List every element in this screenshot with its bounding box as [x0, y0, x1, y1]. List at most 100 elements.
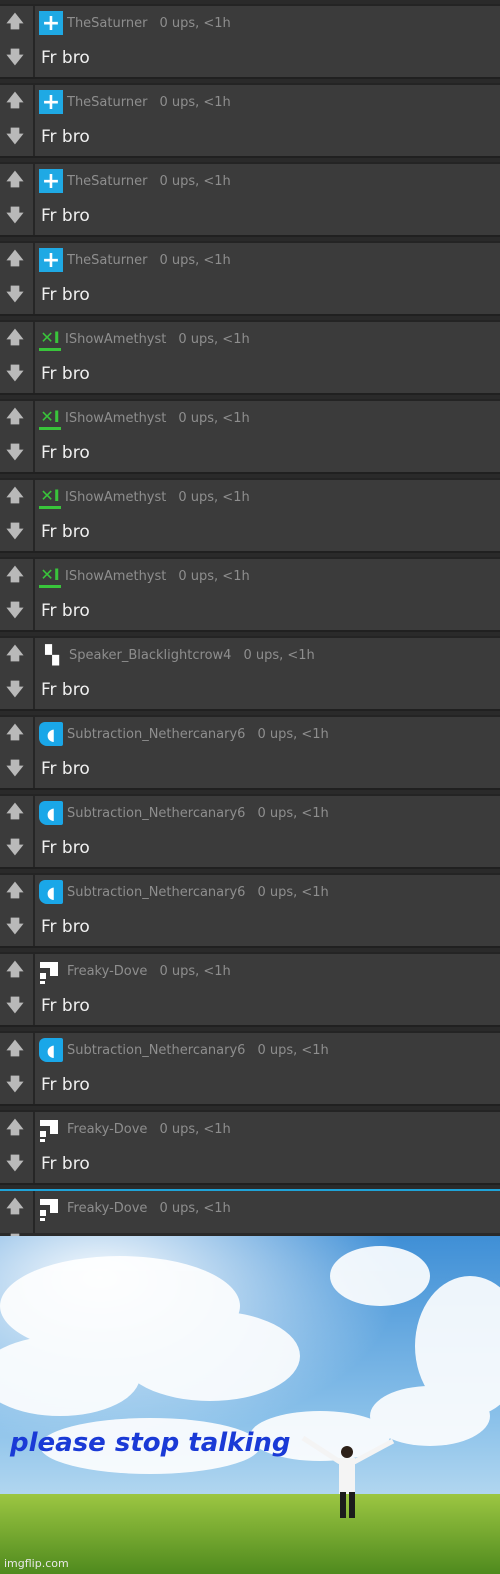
username-link[interactable]: IShowAmethyst: [65, 411, 166, 426]
comment-text: Fr bro: [41, 917, 90, 937]
downvote-arrow-icon[interactable]: 🡇: [4, 1075, 26, 1097]
upvote-arrow-icon[interactable]: 🡅: [4, 91, 26, 113]
comment-meta: 0 ups, <1h: [159, 94, 231, 110]
username-link[interactable]: IShowAmethyst: [65, 490, 166, 505]
downvote-arrow-icon[interactable]: 🡇: [4, 1154, 26, 1176]
comment-row[interactable]: 🡅 🡇 ◖ Subtraction_Nethercanary6 0 ups, <1h Fr…: [0, 1031, 500, 1106]
blue-plus-icon[interactable]: +: [39, 169, 63, 194]
comment-row[interactable]: 🡅 🡇 ▚ Speaker_Blacklightcrow4 0 ups, <1h Fr b…: [0, 636, 500, 711]
blue-plus-icon[interactable]: +: [39, 90, 63, 115]
comment-meta: 0 ups, <1h: [159, 173, 231, 189]
green-xi-icon[interactable]: ✕I: [39, 328, 61, 351]
downvote-arrow-icon[interactable]: 🡇: [4, 680, 26, 702]
username-link[interactable]: Freaky-Dove: [67, 1122, 147, 1137]
comment-row[interactable]: 🡅 🡇 ◖ Subtraction_Nethercanary6 0 ups, <1h Fr…: [0, 794, 500, 869]
downvote-arrow-icon[interactable]: 🡇: [4, 443, 26, 465]
comment-row[interactable]: 🡅 🡇 ◖ Subtraction_Nethercanary6 0 ups, <1h Fr…: [0, 873, 500, 948]
comment-row[interactable]: 🡅 🡇 ✕I IShowAmethyst 0 ups, <1h Fr bro: [0, 320, 500, 395]
comment-row[interactable]: 🡅 🡇 ◖ Subtraction_Nethercanary6 0 ups, <1h Fr…: [0, 715, 500, 790]
comment-row[interactable]: 🡅 🡇 ✕I IShowAmethyst 0 ups, <1h Fr bro: [0, 478, 500, 553]
comment-row[interactable]: 🡅 🡇 ✕I IShowAmethyst 0 ups, <1h Fr bro: [0, 557, 500, 632]
comment-row[interactable]: 🡅 🡇 ✕I IShowAmethyst 0 ups, <1h Fr bro: [0, 399, 500, 474]
green-xi-icon[interactable]: ✕I: [39, 486, 61, 509]
comment-row[interactable]: 🡅 🡇 Freaky-Dove 0 ups, <1h Fr bro: [0, 952, 500, 1027]
comment-row[interactable]: 🡅 🡇 + TheSaturner 0 ups, <1h Fr bro: [0, 4, 500, 79]
username-link[interactable]: Subtraction_Nethercanary6: [67, 1043, 245, 1058]
username-link[interactable]: TheSaturner: [67, 253, 147, 268]
blue-pixel-icon[interactable]: ◖: [39, 880, 63, 904]
meme-caption: please stop talking: [10, 1428, 291, 1458]
downvote-arrow-icon[interactable]: 🡇: [4, 285, 26, 307]
upvote-arrow-icon[interactable]: 🡅: [4, 1197, 26, 1219]
comment-row[interactable]: 🡅 🡇 + TheSaturner 0 ups, <1h Fr bro: [0, 241, 500, 316]
username-link[interactable]: IShowAmethyst: [65, 569, 166, 584]
comment-meta: 0 ups, <1h: [243, 647, 315, 663]
downvote-arrow-icon[interactable]: 🡇: [4, 206, 26, 228]
comment-row[interactable]: 🡅 🡇 Freaky-Dove 0 ups, <1h Fr bro: [0, 1110, 500, 1185]
downvote-arrow-icon[interactable]: 🡇: [4, 48, 26, 70]
comment-header: ✕I IShowAmethyst 0 ups, <1h: [39, 407, 250, 430]
upvote-arrow-icon[interactable]: 🡅: [4, 328, 26, 350]
white-pixel-icon[interactable]: [39, 1117, 63, 1142]
upvote-arrow-icon[interactable]: 🡅: [4, 486, 26, 508]
comment-text: Fr bro: [41, 996, 90, 1016]
username-link[interactable]: Speaker_Blacklightcrow4: [69, 648, 231, 663]
downvote-arrow-icon[interactable]: 🡇: [4, 917, 26, 939]
upvote-arrow-icon[interactable]: 🡅: [4, 723, 26, 745]
upvote-arrow-icon[interactable]: 🡅: [4, 1039, 26, 1061]
upvote-arrow-icon[interactable]: 🡅: [4, 407, 26, 429]
comment-row[interactable]: 🡅 🡇 + TheSaturner 0 ups, <1h Fr bro: [0, 162, 500, 237]
upvote-arrow-icon[interactable]: 🡅: [4, 249, 26, 271]
blue-plus-icon[interactable]: +: [39, 248, 63, 273]
upvote-arrow-icon[interactable]: 🡅: [4, 881, 26, 903]
downvote-arrow-icon[interactable]: 🡇: [4, 364, 26, 386]
downvote-arrow-icon[interactable]: 🡇: [4, 838, 26, 860]
comment-text: Fr bro: [41, 680, 90, 700]
white-speaker-icon[interactable]: ▚: [39, 642, 65, 668]
comment-header: Freaky-Dove 0 ups, <1h: [39, 1117, 231, 1142]
comment-row[interactable]: 🡅 🡇 + TheSaturner 0 ups, <1h Fr bro: [0, 83, 500, 158]
comment-text: Fr bro: [41, 48, 90, 68]
vote-column: 🡅🡇: [0, 85, 35, 156]
blue-plus-icon[interactable]: +: [39, 11, 63, 36]
username-link[interactable]: Subtraction_Nethercanary6: [67, 727, 245, 742]
green-xi-icon[interactable]: ✕I: [39, 565, 61, 588]
username-link[interactable]: Freaky-Dove: [67, 964, 147, 979]
upvote-arrow-icon[interactable]: 🡅: [4, 802, 26, 824]
comment-text: Fr bro: [41, 759, 90, 779]
username-link[interactable]: TheSaturner: [67, 95, 147, 110]
upvote-arrow-icon[interactable]: 🡅: [4, 170, 26, 192]
green-xi-icon[interactable]: ✕I: [39, 407, 61, 430]
comment-meta: 0 ups, <1h: [159, 15, 231, 31]
upvote-arrow-icon[interactable]: 🡅: [4, 644, 26, 666]
watermark: imgflip.com: [4, 1557, 69, 1570]
upvote-arrow-icon[interactable]: 🡅: [4, 565, 26, 587]
comment-text: Fr bro: [41, 1075, 90, 1095]
blue-pixel-icon[interactable]: ◖: [39, 722, 63, 746]
upvote-arrow-icon[interactable]: 🡅: [4, 12, 26, 34]
downvote-arrow-icon[interactable]: 🡇: [4, 522, 26, 544]
blue-pixel-icon[interactable]: ◖: [39, 1038, 63, 1062]
blue-pixel-icon[interactable]: ◖: [39, 801, 63, 825]
username-link[interactable]: Subtraction_Nethercanary6: [67, 806, 245, 821]
downvote-arrow-icon[interactable]: 🡇: [4, 759, 26, 781]
upvote-arrow-icon[interactable]: 🡅: [4, 1118, 26, 1140]
username-link[interactable]: Freaky-Dove: [67, 1201, 147, 1216]
downvote-arrow-icon[interactable]: 🡇: [4, 127, 26, 149]
username-link[interactable]: Subtraction_Nethercanary6: [67, 885, 245, 900]
comment-header: ◖ Subtraction_Nethercanary6 0 ups, <1h: [39, 880, 329, 904]
username-link[interactable]: IShowAmethyst: [65, 332, 166, 347]
comment-meta: 0 ups, <1h: [257, 1042, 329, 1058]
white-pixel-icon[interactable]: [39, 1196, 63, 1221]
comment-text: Fr bro: [41, 364, 90, 384]
username-link[interactable]: TheSaturner: [67, 174, 147, 189]
downvote-arrow-icon[interactable]: 🡇: [4, 996, 26, 1018]
comment-header: ◖ Subtraction_Nethercanary6 0 ups, <1h: [39, 1038, 329, 1062]
comment-text: Fr bro: [41, 285, 90, 305]
white-pixel-icon[interactable]: [39, 959, 63, 984]
username-link[interactable]: TheSaturner: [67, 16, 147, 31]
upvote-arrow-icon[interactable]: 🡅: [4, 960, 26, 982]
comment-meta: 0 ups, <1h: [159, 1121, 231, 1137]
comment-row[interactable]: 🡅🡇 Freaky-Dove 0 ups, <1h: [0, 1189, 500, 1253]
downvote-arrow-icon[interactable]: 🡇: [4, 601, 26, 623]
